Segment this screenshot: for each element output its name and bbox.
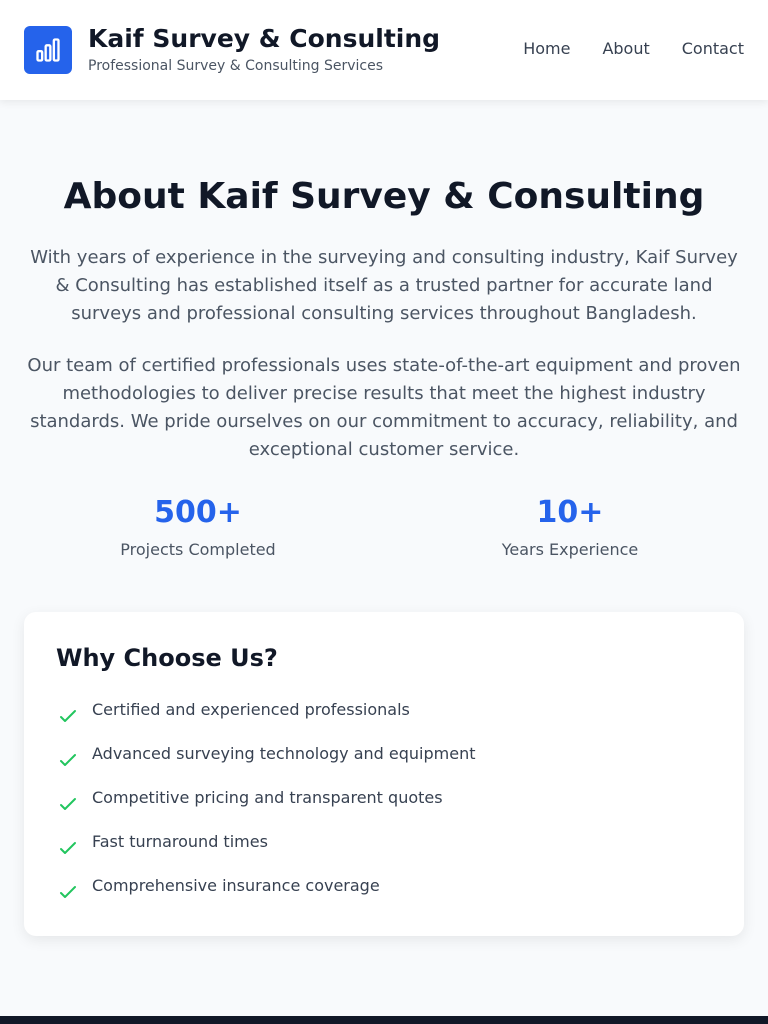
stat-projects: 500+ Projects Completed: [6, 494, 390, 559]
list-item: Comprehensive insurance coverage: [56, 874, 475, 918]
check-icon: [60, 842, 76, 854]
feature-list: Certified and experienced professionals …: [56, 698, 475, 918]
list-item: Advanced surveying technology and equipm…: [56, 742, 475, 786]
feature-text: Comprehensive insurance coverage: [92, 876, 380, 895]
nav-contact-link[interactable]: Contact: [682, 39, 744, 58]
nav-home-link[interactable]: Home: [523, 39, 570, 58]
logo[interactable]: [24, 26, 72, 74]
stat-label: Years Experience: [501, 540, 639, 559]
list-item: Fast turnaround times: [56, 830, 475, 874]
feature-text: Certified and experienced professionals: [92, 700, 410, 719]
feature-text: Advanced surveying technology and equipm…: [92, 744, 476, 763]
feature-text: Competitive pricing and transparent quot…: [92, 788, 443, 807]
brand-title[interactable]: Kaif Survey & Consulting: [88, 24, 440, 53]
stat-value: 10+: [536, 495, 604, 530]
bar-chart-icon: [36, 38, 60, 62]
stat-years: 10+ Years Experience: [378, 494, 762, 559]
list-item: Competitive pricing and transparent quot…: [56, 786, 475, 830]
site-footer: [0, 1016, 768, 1024]
main-nav: Home About Contact: [523, 39, 744, 58]
check-icon: [60, 886, 76, 898]
check-icon: [60, 754, 76, 766]
why-choose-card: Why Choose Us? Certified and experienced…: [24, 612, 744, 936]
stat-label: Projects Completed: [120, 540, 276, 559]
feature-text: Fast turnaround times: [92, 832, 268, 851]
brand-subtitle: Professional Survey & Consulting Service…: [88, 58, 383, 74]
page-title: About Kaif Survey & Consulting: [63, 176, 705, 217]
why-choose-title: Why Choose Us?: [56, 644, 278, 672]
about-paragraph-1: With years of experience in the surveyin…: [30, 247, 738, 324]
list-item: Certified and experienced professionals: [56, 698, 475, 742]
nav-about-link[interactable]: About: [602, 39, 649, 58]
check-icon: [60, 710, 76, 722]
stat-value: 500+: [154, 495, 242, 530]
check-icon: [60, 798, 76, 810]
site-header: Kaif Survey & Consulting Professional Su…: [0, 0, 768, 100]
about-paragraph-2: Our team of certified professionals uses…: [27, 355, 741, 460]
